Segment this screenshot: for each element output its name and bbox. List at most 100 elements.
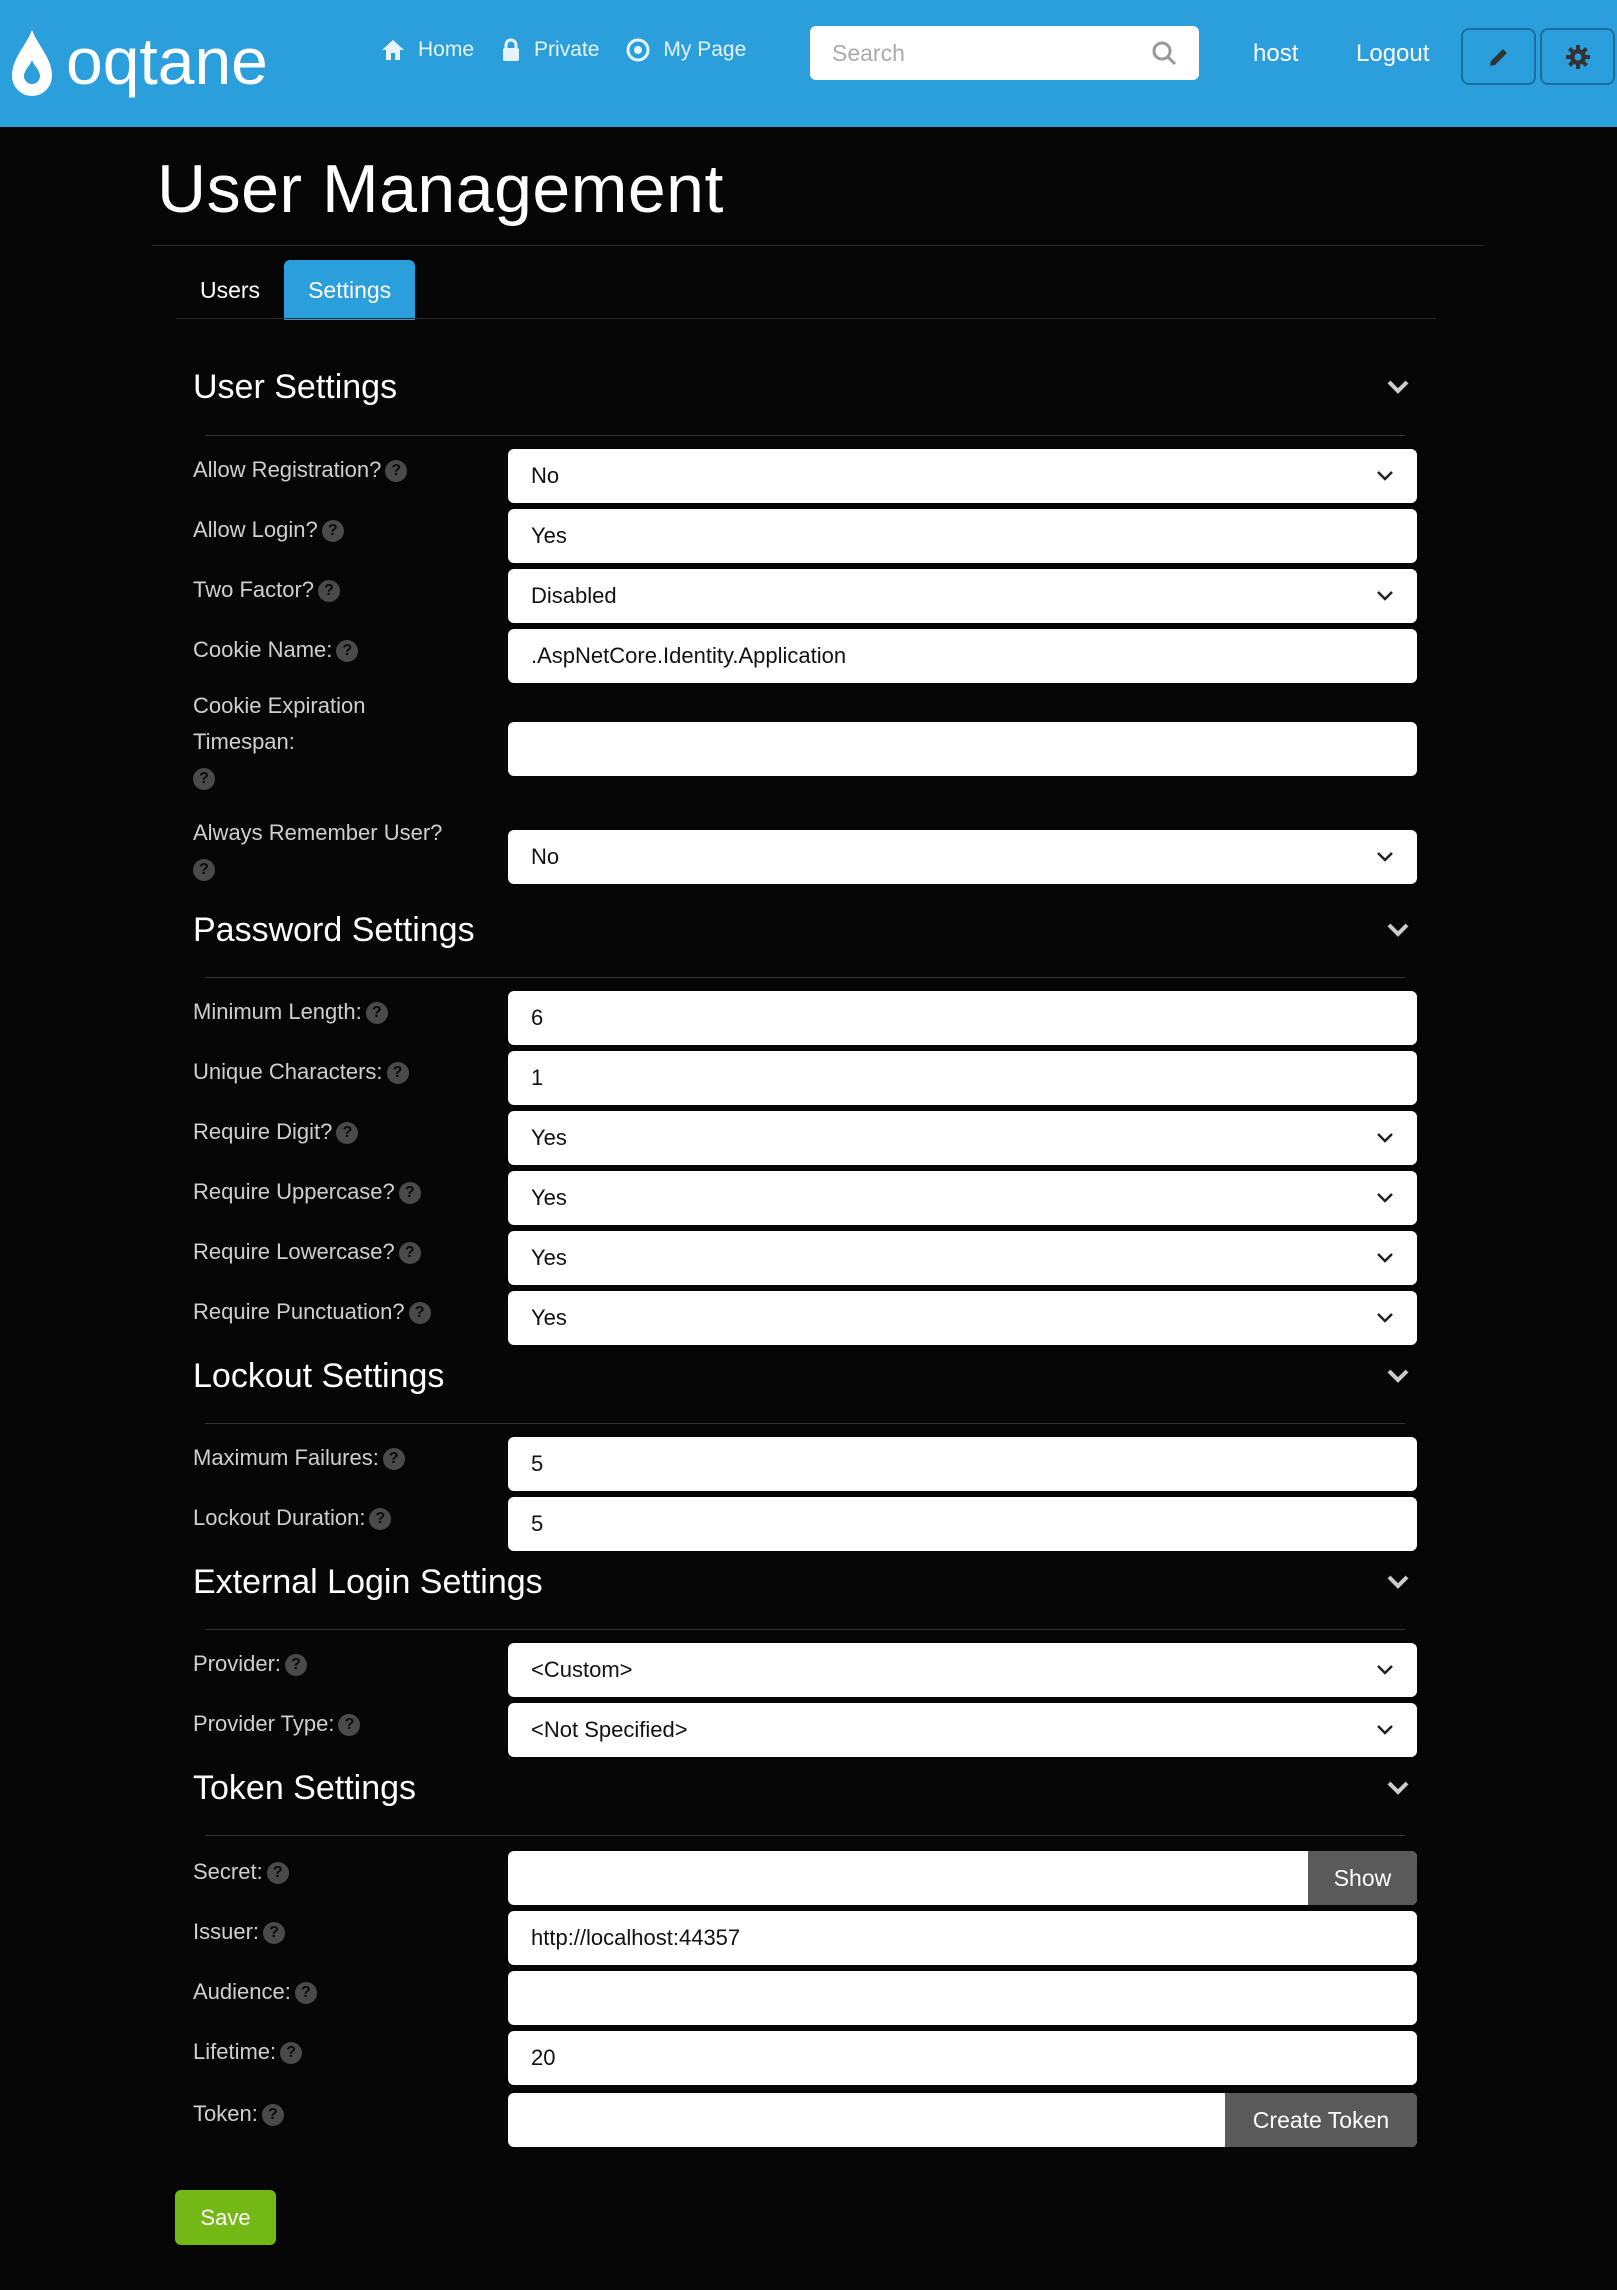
- cookie-name-value: .AspNetCore.Identity.Application: [531, 643, 847, 668]
- cookie-name-input[interactable]: .AspNetCore.Identity.Application: [508, 629, 1417, 683]
- help-icon[interactable]: ?: [385, 460, 408, 483]
- home-icon: [382, 40, 404, 60]
- lock-icon: [503, 38, 520, 61]
- help-icon[interactable]: ?: [318, 580, 341, 603]
- require-uppercase-value: Yes: [531, 1185, 567, 1210]
- provider-select[interactable]: <Custom>: [508, 1643, 1417, 1697]
- main-nav: Home Private My Page: [380, 34, 772, 66]
- two-factor-value: Disabled: [531, 583, 617, 608]
- lifetime-input[interactable]: 20: [508, 2031, 1417, 2085]
- nav-home[interactable]: Home: [380, 34, 474, 66]
- allow-registration-label: Allow Registration??: [193, 452, 408, 488]
- chevron-down-icon[interactable]: [1386, 1367, 1410, 1385]
- lockout-duration-value: 5: [531, 1511, 544, 1536]
- password-settings-heading[interactable]: Password Settings: [193, 911, 475, 950]
- help-icon[interactable]: ?: [294, 1982, 317, 2005]
- help-icon[interactable]: ?: [193, 768, 215, 791]
- section-divider: [205, 1629, 1405, 1630]
- chevron-down-icon: [1377, 852, 1393, 862]
- save-button[interactable]: Save: [175, 2190, 276, 2245]
- section-divider: [205, 1423, 1405, 1424]
- provider-type-select[interactable]: <Not Specified>: [508, 1703, 1417, 1757]
- help-icon[interactable]: ?: [280, 2042, 303, 2065]
- show-secret-button[interactable]: Show: [1308, 1851, 1417, 1905]
- chevron-down-icon: [1377, 1133, 1393, 1143]
- provider-type-value: <Not Specified>: [531, 1717, 688, 1742]
- chevron-down-icon[interactable]: [1386, 1573, 1410, 1591]
- create-token-button[interactable]: Create Token: [1225, 2093, 1417, 2147]
- nav-private[interactable]: Private: [500, 34, 599, 66]
- help-icon[interactable]: ?: [193, 859, 215, 882]
- require-digit-label: Require Digit??: [193, 1114, 359, 1150]
- lockout-duration-input[interactable]: 5: [508, 1497, 1417, 1551]
- allow-login-value: Yes: [531, 523, 567, 548]
- help-icon[interactable]: ?: [336, 1122, 359, 1145]
- control-panel-button[interactable]: [1540, 28, 1615, 85]
- help-icon[interactable]: ?: [365, 1002, 388, 1025]
- nav-my-page[interactable]: My Page: [625, 34, 746, 66]
- chevron-down-icon: [1377, 591, 1393, 601]
- unique-characters-input[interactable]: 1: [508, 1051, 1417, 1105]
- help-icon[interactable]: ?: [261, 2104, 284, 2127]
- external-login-settings-heading[interactable]: External Login Settings: [193, 1563, 543, 1602]
- chevron-down-icon[interactable]: [1386, 1779, 1410, 1797]
- search-input[interactable]: [832, 39, 1151, 67]
- nav-my-page-label: My Page: [663, 38, 747, 61]
- lifetime-label: Lifetime:?: [193, 2034, 303, 2070]
- allow-registration-select[interactable]: No: [508, 449, 1417, 503]
- maximum-failures-input[interactable]: 5: [508, 1437, 1417, 1491]
- section-divider: [205, 435, 1405, 436]
- require-uppercase-select[interactable]: Yes: [508, 1171, 1417, 1225]
- help-icon[interactable]: ?: [336, 640, 359, 663]
- cookie-expiration-input[interactable]: [508, 722, 1417, 776]
- edit-mode-button[interactable]: [1461, 28, 1536, 85]
- help-icon[interactable]: ?: [398, 1182, 421, 1205]
- require-lowercase-select[interactable]: Yes: [508, 1231, 1417, 1285]
- chevron-down-icon[interactable]: [1386, 378, 1410, 396]
- help-icon[interactable]: ?: [398, 1242, 421, 1265]
- audience-input[interactable]: [508, 1971, 1417, 2025]
- provider-label: Provider:?: [193, 1646, 308, 1682]
- nav-home-label: Home: [418, 38, 475, 61]
- minimum-length-input[interactable]: 6: [508, 991, 1417, 1045]
- gear-icon: [1565, 44, 1590, 69]
- user-profile-link[interactable]: host: [1253, 40, 1298, 68]
- maximum-failures-label: Maximum Failures:?: [193, 1440, 405, 1476]
- require-digit-select[interactable]: Yes: [508, 1111, 1417, 1165]
- logout-link[interactable]: Logout: [1356, 40, 1429, 68]
- tab-settings[interactable]: Settings: [284, 260, 416, 320]
- issuer-label: Issuer:?: [193, 1914, 286, 1950]
- require-uppercase-label: Require Uppercase??: [193, 1174, 421, 1210]
- help-icon[interactable]: ?: [263, 1922, 286, 1945]
- oqtane-logo[interactable]: oqtane: [4, 24, 344, 104]
- page-title: User Management: [157, 151, 724, 227]
- search-icon[interactable]: [1151, 40, 1177, 66]
- require-punctuation-select[interactable]: Yes: [508, 1291, 1417, 1345]
- allow-login-field[interactable]: Yes: [508, 509, 1417, 563]
- lockout-settings-heading[interactable]: Lockout Settings: [193, 1357, 444, 1396]
- user-settings-heading[interactable]: User Settings: [193, 368, 397, 407]
- help-icon[interactable]: ?: [369, 1508, 392, 1531]
- audience-label: Audience:?: [193, 1974, 317, 2010]
- help-icon[interactable]: ?: [285, 1654, 308, 1677]
- minimum-length-value: 6: [531, 1005, 544, 1030]
- two-factor-select[interactable]: Disabled: [508, 569, 1417, 623]
- issuer-input[interactable]: http://localhost:44357: [508, 1911, 1417, 1965]
- provider-value: <Custom>: [531, 1657, 633, 1682]
- tab-strip: Users Settings: [176, 260, 416, 320]
- token-label: Token:?: [193, 2096, 284, 2132]
- help-icon[interactable]: ?: [266, 1862, 289, 1885]
- chevron-down-icon[interactable]: [1386, 921, 1410, 939]
- target-icon: [626, 38, 650, 62]
- help-icon[interactable]: ?: [321, 520, 344, 543]
- help-icon[interactable]: ?: [386, 1062, 409, 1085]
- always-remember-label: Always Remember User??: [193, 815, 493, 887]
- help-icon[interactable]: ?: [408, 1302, 431, 1325]
- always-remember-select[interactable]: No: [508, 830, 1417, 884]
- help-icon[interactable]: ?: [338, 1714, 361, 1737]
- help-icon[interactable]: ?: [382, 1448, 405, 1471]
- token-settings-heading[interactable]: Token Settings: [193, 1769, 416, 1808]
- tab-users[interactable]: Users: [176, 260, 284, 320]
- two-factor-label: Two Factor??: [193, 572, 341, 608]
- svg-text:oqtane: oqtane: [66, 24, 268, 98]
